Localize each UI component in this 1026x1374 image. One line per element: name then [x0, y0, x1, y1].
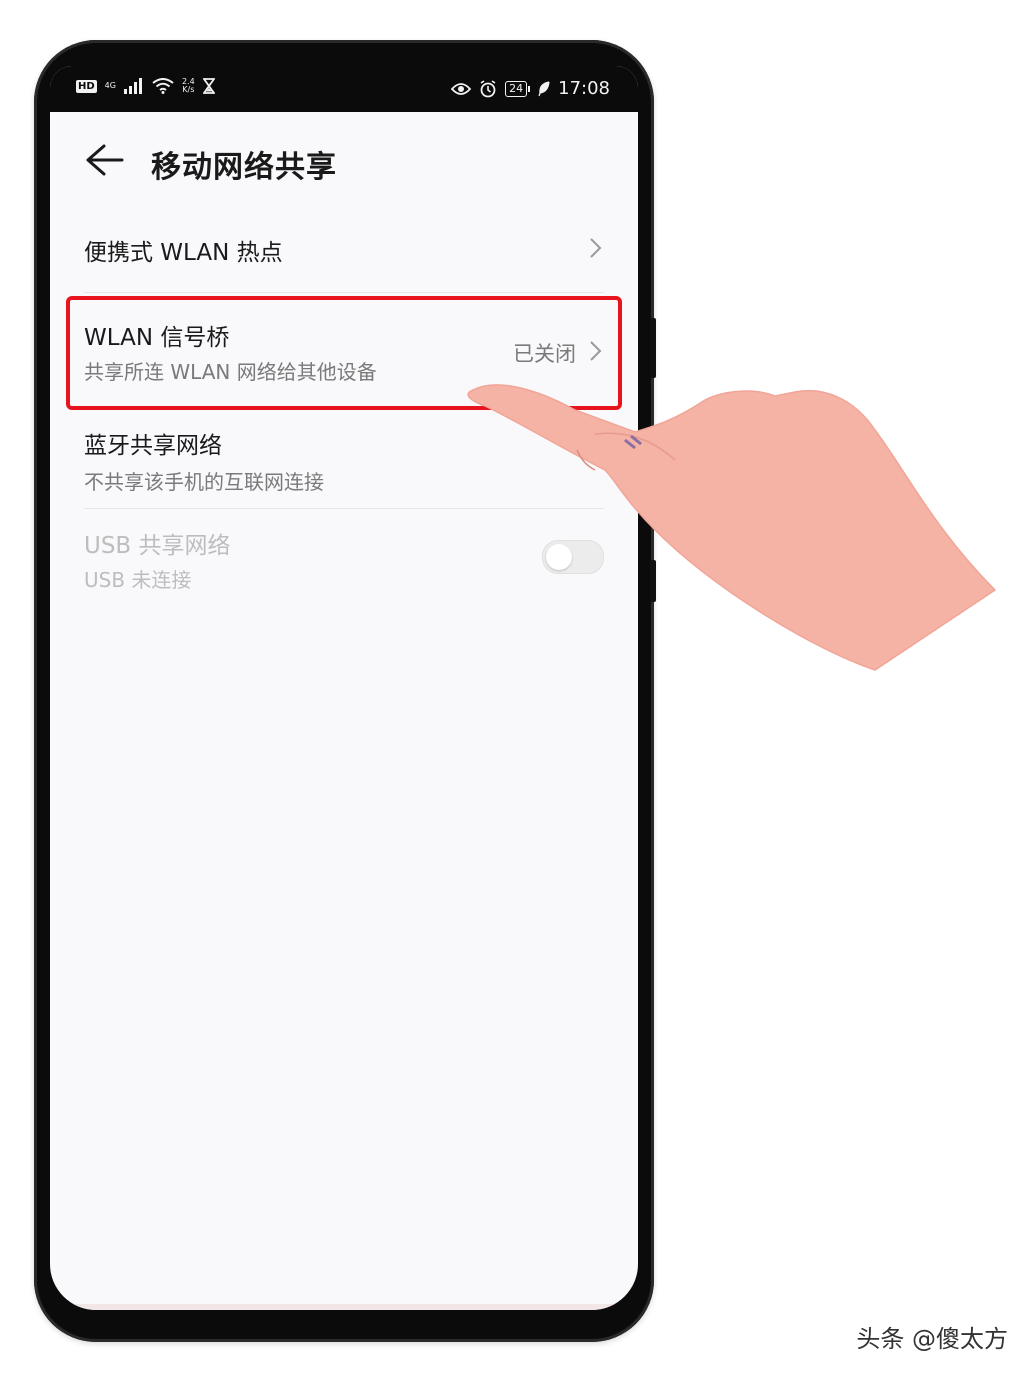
- hotspot-title: 便携式 WLAN 热点: [84, 240, 283, 266]
- hourglass-icon: [202, 78, 215, 94]
- list-item-hotspot[interactable]: 便携式 WLAN 热点: [50, 212, 638, 292]
- status-bar: HD 4G 2.4 K/s 24 17:08: [50, 66, 638, 112]
- usb-title: USB 共享网络: [84, 533, 231, 559]
- battery-icon: 24: [505, 80, 531, 97]
- pointing-hand-icon: [467, 384, 997, 671]
- watermark: 头条 @傻太方: [856, 1325, 1008, 1353]
- page-title: 移动网络共享: [151, 150, 337, 185]
- eye-icon: [451, 82, 472, 95]
- volume-button: [650, 318, 656, 378]
- screen-bottom-edge: [50, 1304, 638, 1310]
- divider: [84, 292, 604, 293]
- usb-subtitle: USB 未连接: [84, 568, 192, 592]
- app-header: 移动网络共享: [50, 112, 638, 212]
- network-type: 4G: [104, 81, 116, 90]
- battery-level: 24: [505, 80, 528, 97]
- chevron-right-icon: [590, 238, 602, 258]
- network-speed: 2.4 K/s: [182, 78, 195, 94]
- speed-unit: K/s: [182, 85, 195, 94]
- bluetooth-subtitle: 不共享该手机的互联网连接: [84, 470, 324, 494]
- leaf-icon: [538, 80, 550, 96]
- wifi-icon: [152, 78, 174, 94]
- clock: 17:08: [558, 78, 610, 99]
- bluetooth-title: 蓝牙共享网络: [84, 433, 222, 459]
- hd-badge: HD: [76, 79, 97, 93]
- signal-icon: [123, 78, 142, 94]
- alarm-icon: [480, 79, 496, 97]
- back-arrow-icon[interactable]: [84, 142, 124, 178]
